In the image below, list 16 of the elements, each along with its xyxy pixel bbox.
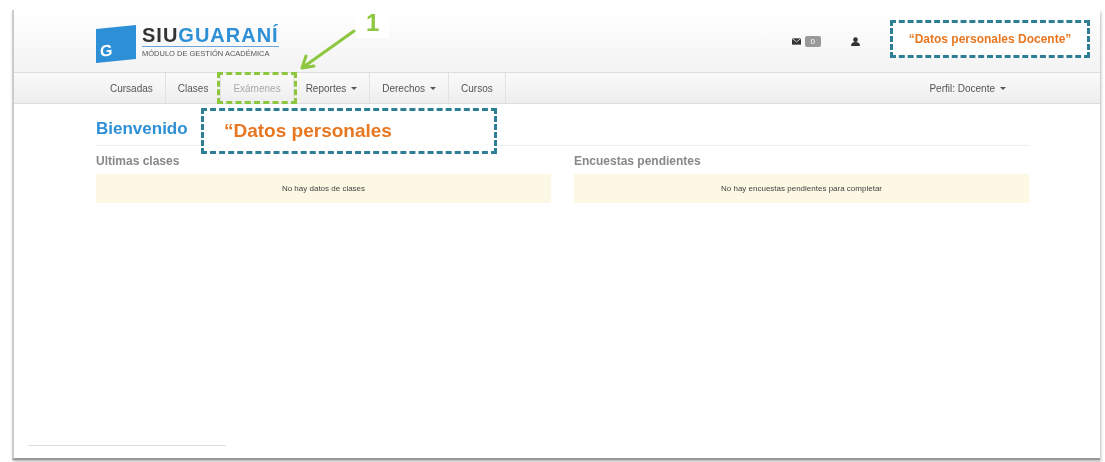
profile-menu[interactable]: Perfil: Docente <box>917 73 1018 103</box>
nav-item[interactable]: Clases <box>165 73 222 103</box>
nav-item[interactable]: Cursadas <box>98 73 166 103</box>
nav-item[interactable]: Derechos <box>370 73 450 103</box>
panel-title: Ultimas clases <box>96 154 181 168</box>
logo-icon: G <box>96 24 136 64</box>
user-icon[interactable] <box>851 36 860 46</box>
callout-annotation: “Datos personales <box>201 108 497 154</box>
nav-item[interactable]: Reportes <box>293 73 371 103</box>
empty-message: No hay datos de clases <box>96 174 551 203</box>
callout-annotation: “Datos personales Docente” <box>890 20 1090 58</box>
envelope-icon[interactable] <box>791 37 801 45</box>
nav-item[interactable]: Cursos <box>449 73 506 103</box>
empty-message: No hay encuestas pendientes para completar <box>574 174 1029 203</box>
panel-title: Encuestas pendientes <box>574 154 702 168</box>
brand-name: SIUGUARANÍ <box>142 24 279 47</box>
